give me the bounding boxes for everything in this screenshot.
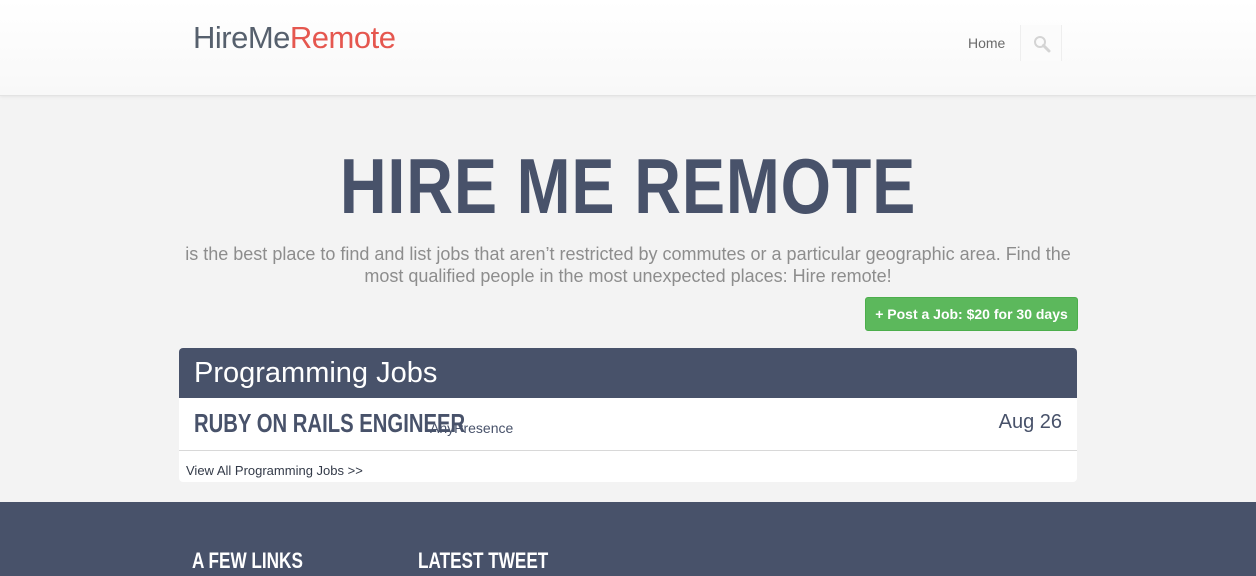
site-header: HireMeRemote Home <box>0 0 1256 96</box>
logo-text-accent: Remote <box>289 20 396 55</box>
job-date: Aug 26 <box>998 411 1062 433</box>
hero-subtitle: is the best place to find and list jobs … <box>185 244 1071 286</box>
nav-home-link[interactable]: Home <box>968 35 1005 51</box>
programming-jobs-card: Programming Jobs RUBY ON RAILS ENGINEER … <box>179 348 1077 482</box>
jobs-section-heading: Programming Jobs <box>179 348 1077 398</box>
job-row: RUBY ON RAILS ENGINEER AnyPresence Aug 2… <box>179 398 1077 451</box>
footer-links-heading: A FEW LINKS <box>192 548 303 573</box>
hero-title: HIRE ME REMOTE <box>339 142 917 230</box>
job-company: AnyPresence <box>430 420 514 436</box>
post-job-button[interactable]: + Post a Job: $20 for 30 days <box>865 297 1078 331</box>
logo-text-primary: HireMe <box>193 20 290 55</box>
site-logo[interactable]: HireMeRemote <box>193 20 396 56</box>
search-icon <box>1034 36 1051 53</box>
search-button[interactable] <box>1020 25 1062 61</box>
view-all-jobs-link[interactable]: View All Programming Jobs >> <box>186 463 363 478</box>
site-footer: A FEW LINKS LATEST TWEET <box>0 502 1256 576</box>
footer-tweet-heading: LATEST TWEET <box>418 548 549 573</box>
job-title-link[interactable]: RUBY ON RAILS ENGINEER <box>194 408 465 439</box>
